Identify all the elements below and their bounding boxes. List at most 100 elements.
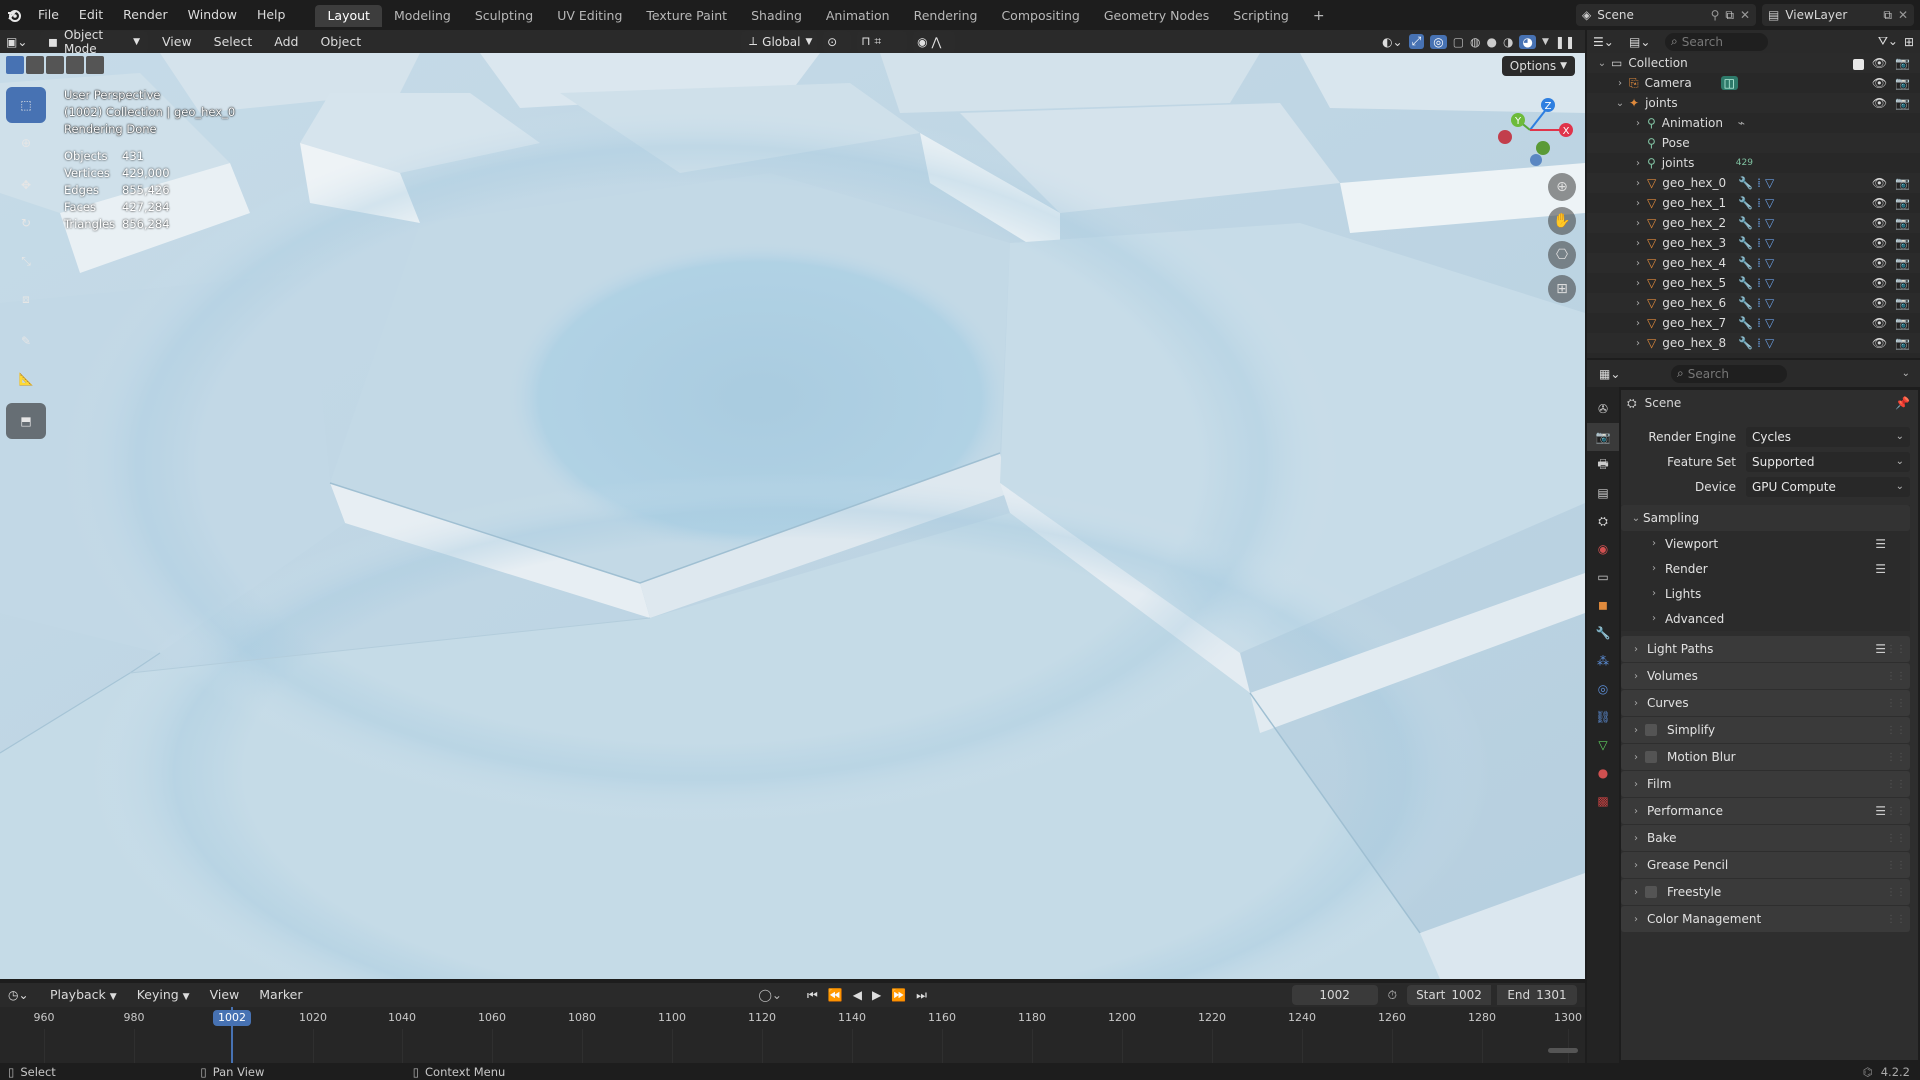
render-camera-icon[interactable]: 📷	[1895, 96, 1910, 110]
outliner-search[interactable]: ⌕ Search	[1665, 32, 1769, 51]
drag-handle-icon[interactable]: ⋮⋮	[1886, 833, 1906, 844]
panel-curves[interactable]: › Curves ⋮⋮	[1621, 690, 1910, 716]
eye-icon[interactable]: 👁	[1872, 276, 1887, 290]
panel-checkbox[interactable]	[1645, 886, 1657, 898]
new-viewlayer-icon[interactable]: ⧉	[1883, 8, 1892, 23]
pause-render-icon[interactable]: ❚❚	[1555, 35, 1575, 49]
tab-geometry-nodes[interactable]: Geometry Nodes	[1092, 5, 1221, 27]
render-camera-icon[interactable]: 📷	[1895, 276, 1910, 290]
outliner-row[interactable]: › ▽ geo_hex_0 🔧⁞▽ 👁 📷	[1587, 173, 1920, 193]
shading-rendered-icon[interactable]: ◕	[1519, 34, 1536, 49]
panel-checkbox[interactable]	[1645, 724, 1657, 736]
ortho-grid-icon[interactable]: ⊞	[1548, 275, 1576, 303]
particles-tab-icon[interactable]: ⁂	[1587, 647, 1619, 675]
modifier-icons[interactable]: 🔧⁞▽	[1738, 236, 1778, 250]
chevron-right-icon[interactable]: ›	[1631, 298, 1645, 309]
collection-tab-icon[interactable]: ▭	[1587, 563, 1619, 591]
viewlayer-selector[interactable]: ▤ ViewLayer ⧉ ✕	[1762, 4, 1914, 26]
select-new-icon[interactable]	[6, 56, 24, 74]
select-invert-icon[interactable]	[66, 56, 84, 74]
menu-file[interactable]: File	[28, 0, 69, 30]
chevron-down-icon[interactable]: ⌄	[1902, 368, 1910, 379]
outliner-row[interactable]: › ⚲ joints 429	[1587, 153, 1920, 173]
eye-icon[interactable]: 👁	[1872, 236, 1887, 250]
outliner-row[interactable]: › ▽ geo_hex_3 🔧⁞▽ 👁 📷	[1587, 233, 1920, 253]
timeline-editor[interactable]: ◷⌄ Playback ▼ Keying ▼ View Marker ◯⌄ ⏮ …	[0, 983, 1585, 1063]
rotate-tool-icon[interactable]: ↻	[6, 205, 46, 241]
add-cube-tool-icon[interactable]: ⬒	[6, 403, 46, 439]
render-camera-icon[interactable]: 📷	[1895, 176, 1910, 190]
eye-icon[interactable]: 👁	[1872, 336, 1887, 350]
annotate-tool-icon[interactable]: ✎	[6, 323, 46, 359]
presets-list-icon[interactable]: ☰	[1875, 642, 1886, 656]
chevron-right-icon[interactable]: ›	[1631, 238, 1645, 249]
editor-type-icon[interactable]: ◷⌄	[8, 988, 38, 1002]
world-tab-icon[interactable]: ◉	[1587, 535, 1619, 563]
outliner-row[interactable]: ⚲ Pose	[1587, 133, 1920, 153]
tab-compositing[interactable]: Compositing	[989, 5, 1091, 27]
panel-color-management[interactable]: › Color Management ⋮⋮	[1621, 906, 1910, 932]
physics-tab-icon[interactable]: ◎	[1587, 675, 1619, 703]
display-mode-icon[interactable]: ▤⌄	[1629, 35, 1659, 49]
scale-tool-icon[interactable]: ⤡	[6, 243, 46, 279]
mode-dropdown[interactable]: ◼ Object Mode ▼	[40, 28, 148, 56]
outliner-row[interactable]: › ▽ geo_hex_8 🔧⁞▽ 👁 📷	[1587, 333, 1920, 353]
menu-render[interactable]: Render	[113, 0, 178, 30]
orientation-dropdown[interactable]: ⟂ Global ▼	[741, 30, 818, 53]
eye-icon[interactable]: 👁	[1872, 256, 1887, 270]
presets-list-icon[interactable]: ☰	[1875, 562, 1886, 576]
constraints-tab-icon[interactable]: ⛓	[1587, 703, 1619, 731]
editor-type-icon[interactable]: ☰⌄	[1593, 35, 1623, 49]
eye-icon[interactable]: 👁	[1872, 296, 1887, 310]
render-tab-icon[interactable]: 📷	[1587, 423, 1619, 451]
stopwatch-icon[interactable]: ⏱	[1382, 988, 1403, 1003]
gizmo-neg-z-icon[interactable]	[1530, 154, 1542, 166]
snap-toggle[interactable]: ⊓ ⌗	[857, 30, 908, 53]
add-workspace-button[interactable]: +	[1301, 5, 1337, 27]
panel-grease-pencil[interactable]: › Grease Pencil ⋮⋮	[1621, 852, 1910, 878]
end-frame-field[interactable]: End 1301	[1497, 985, 1577, 1005]
drag-handle-icon[interactable]: ⋮⋮	[1886, 725, 1906, 736]
start-frame-field[interactable]: Start 1002	[1407, 985, 1491, 1005]
playhead-frame-label[interactable]: 1002	[213, 1010, 251, 1026]
outliner-row[interactable]: › ▽ geo_hex_4 🔧⁞▽ 👁 📷	[1587, 253, 1920, 273]
output-tab-icon[interactable]: 🖶	[1587, 451, 1619, 479]
exclude-checkbox[interactable]	[1852, 59, 1864, 70]
eye-icon[interactable]: 👁	[1872, 76, 1887, 90]
menu-window[interactable]: Window	[178, 0, 247, 30]
outliner-row[interactable]: › ▽ geo_hex_2 🔧⁞▽ 👁 📷	[1587, 213, 1920, 233]
presets-list-icon[interactable]: ☰	[1875, 537, 1886, 551]
drag-handle-icon[interactable]: ⋮⋮	[1886, 644, 1906, 655]
panel-light-paths[interactable]: › Light Paths ☰ ⋮⋮	[1621, 636, 1910, 662]
presets-list-icon[interactable]: ☰	[1875, 804, 1886, 818]
drag-handle-icon[interactable]: ⋮⋮	[1886, 671, 1906, 682]
shading-material-icon[interactable]: ◑	[1503, 35, 1513, 49]
tab-uv-editing[interactable]: UV Editing	[545, 5, 634, 27]
chevron-right-icon[interactable]: ›	[1631, 318, 1645, 329]
jump-start-icon[interactable]: ⏮	[804, 988, 821, 1003]
scene-selector[interactable]: ◈ Scene ⚲ ⧉ ✕	[1576, 4, 1756, 26]
sampling-subpanel[interactable]: › Lights	[1621, 581, 1910, 606]
chevron-right-icon[interactable]: ›	[1631, 178, 1645, 189]
timeline-scrollbar[interactable]	[1548, 1048, 1578, 1053]
record-icon[interactable]: ◯⌄	[758, 988, 781, 1002]
sampling-subpanel[interactable]: › Advanced	[1621, 606, 1910, 631]
scene-tab-icon[interactable]: ⛭	[1587, 507, 1619, 535]
modifier-icons[interactable]: 🔧⁞▽	[1738, 196, 1778, 210]
outliner-row[interactable]: › ▽ geo_hex_5 🔧⁞▽ 👁 📷	[1587, 273, 1920, 293]
panel-checkbox[interactable]	[1645, 751, 1657, 763]
modifier-icons[interactable]: 🔧⁞▽	[1738, 316, 1778, 330]
close-icon[interactable]: ✕	[1740, 8, 1750, 22]
prev-keyframe-icon[interactable]: ⏪	[825, 988, 846, 1002]
xray-toggle-icon[interactable]: ▢	[1453, 35, 1464, 49]
options-button[interactable]: Options ▼	[1501, 56, 1575, 76]
eye-icon[interactable]: 👁	[1872, 316, 1887, 330]
current-frame-field[interactable]: 1002	[1291, 985, 1378, 1005]
measure-tool-icon[interactable]: 📐	[6, 361, 46, 397]
drag-handle-icon[interactable]: ⋮⋮	[1886, 860, 1906, 871]
overlay-toggle-icon[interactable]: ◎	[1430, 34, 1447, 49]
action-icon[interactable]: ⌁	[1738, 116, 1745, 130]
render-camera-icon[interactable]: 📷	[1895, 336, 1910, 350]
cursor-tool-icon[interactable]: ⊕	[6, 125, 46, 161]
menu-view[interactable]: View	[202, 983, 248, 1007]
